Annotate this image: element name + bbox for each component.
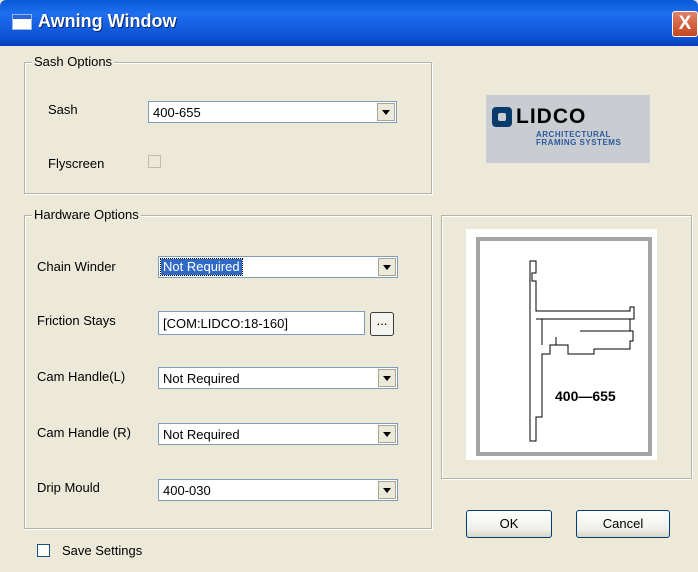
drip-mould-value: 400-030 bbox=[163, 483, 211, 498]
friction-stays-value: [COM:LIDCO:18-160] bbox=[163, 316, 288, 331]
cam-handle-right-dropdown[interactable]: Not Required bbox=[158, 423, 398, 445]
flyscreen-checkbox[interactable] bbox=[148, 155, 161, 168]
ok-button[interactable]: OK bbox=[466, 510, 552, 538]
cam-handle-right-label: Cam Handle (R) bbox=[37, 425, 131, 440]
chain-winder-value: Not Required bbox=[160, 258, 243, 276]
save-settings-checkbox[interactable] bbox=[37, 544, 50, 557]
sash-profile-drawing: 400—655 bbox=[529, 260, 635, 442]
profile-preview-border: 400—655 bbox=[476, 237, 652, 456]
friction-stays-label: Friction Stays bbox=[37, 313, 116, 328]
drip-mould-label: Drip Mould bbox=[37, 480, 100, 495]
chevron-down-icon[interactable] bbox=[377, 103, 395, 121]
sash-options-title: Sash Options bbox=[32, 54, 115, 70]
profile-label: 400—655 bbox=[555, 388, 616, 404]
chevron-down-icon[interactable] bbox=[378, 481, 396, 499]
lidco-logo: LIDCO ARCHITECTURAL FRAMING SYSTEMS bbox=[486, 95, 650, 163]
window-icon bbox=[12, 14, 32, 30]
title-bar[interactable]: Awning Window X bbox=[0, 0, 698, 46]
flyscreen-label: Flyscreen bbox=[48, 156, 105, 171]
cancel-button[interactable]: Cancel bbox=[576, 510, 670, 538]
chevron-down-icon[interactable] bbox=[378, 258, 396, 276]
logo-tagline: ARCHITECTURAL FRAMING SYSTEMS bbox=[536, 130, 622, 147]
sash-value: 400-655 bbox=[153, 105, 201, 120]
save-settings-label: Save Settings bbox=[62, 543, 143, 558]
chain-winder-dropdown[interactable]: Not Required bbox=[158, 256, 398, 278]
cam-handle-left-dropdown[interactable]: Not Required bbox=[158, 367, 398, 389]
sash-dropdown[interactable]: 400-655 bbox=[148, 101, 397, 123]
chain-winder-label: Chain Winder bbox=[37, 259, 116, 274]
logo-wordmark: LIDCO bbox=[516, 105, 587, 128]
window-title: Awning Window bbox=[38, 11, 177, 31]
friction-stays-field[interactable]: [COM:LIDCO:18-160] bbox=[158, 311, 365, 335]
close-button[interactable]: X bbox=[672, 11, 698, 37]
sash-label: Sash bbox=[48, 102, 78, 117]
cam-handle-left-label: Cam Handle(L) bbox=[37, 369, 126, 384]
lidco-mark-icon bbox=[492, 107, 512, 127]
cam-handle-left-value: Not Required bbox=[163, 371, 240, 386]
hardware-options-title: Hardware Options bbox=[32, 207, 141, 223]
drip-mould-dropdown[interactable]: 400-030 bbox=[158, 479, 398, 501]
chevron-down-icon[interactable] bbox=[378, 425, 396, 443]
cam-handle-right-value: Not Required bbox=[163, 427, 240, 442]
chevron-down-icon[interactable] bbox=[378, 369, 396, 387]
profile-preview: 400—655 bbox=[466, 229, 657, 460]
friction-stays-browse-button[interactable]: ... bbox=[370, 312, 394, 336]
sash-options-group: Sash Options bbox=[24, 54, 432, 194]
